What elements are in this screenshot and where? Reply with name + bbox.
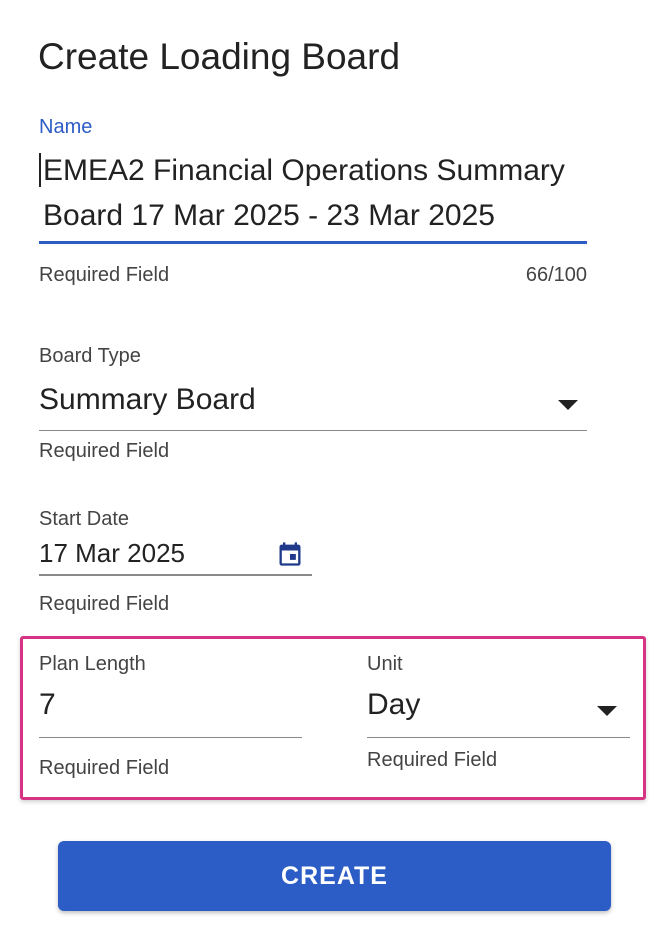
name-field-label: Name xyxy=(39,116,93,138)
plan-length-underline xyxy=(39,737,302,738)
plan-length-label: Plan Length xyxy=(39,653,146,675)
board-type-select[interactable]: Summary Board xyxy=(39,383,256,417)
chevron-down-icon[interactable] xyxy=(558,400,578,410)
name-field[interactable]: EMEA2 Financial Operations Summary Board… xyxy=(39,148,603,238)
create-button[interactable]: CREATE xyxy=(58,841,611,911)
calendar-icon[interactable] xyxy=(276,540,304,568)
unit-label: Unit xyxy=(367,653,403,675)
board-type-underline xyxy=(39,430,587,431)
name-field-helper: Required Field xyxy=(39,264,170,286)
text-cursor xyxy=(39,153,41,187)
unit-helper: Required Field xyxy=(367,749,498,771)
plan-length-input[interactable]: 7 xyxy=(39,688,56,722)
plan-length-helper: Required Field xyxy=(39,757,170,779)
page-title: Create Loading Board xyxy=(38,36,401,77)
name-field-underline xyxy=(39,241,587,244)
unit-select[interactable]: Day xyxy=(367,688,420,722)
board-type-label: Board Type xyxy=(39,345,141,367)
start-date-underline xyxy=(39,574,312,576)
start-date-label: Start Date xyxy=(39,508,130,530)
chevron-down-icon[interactable] xyxy=(597,706,617,716)
unit-underline xyxy=(367,737,630,738)
start-date-helper: Required Field xyxy=(39,593,170,615)
start-date-input[interactable]: 17 Mar 2025 xyxy=(39,538,185,569)
board-type-helper: Required Field xyxy=(39,440,170,462)
name-field-counter: 66/100 xyxy=(525,264,587,286)
